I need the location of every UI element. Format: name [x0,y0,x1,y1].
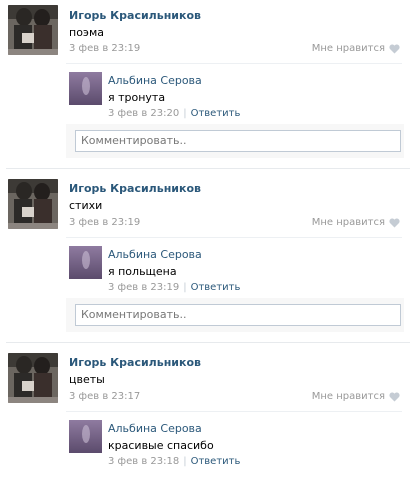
reply-button[interactable]: Ответить [191,456,241,467]
like-button[interactable]: Мне нравится [312,43,400,54]
like-button[interactable]: Мне нравится [312,391,400,402]
meta-separator: | [183,456,187,467]
reply-author-avatar[interactable] [69,246,102,279]
like-button[interactable]: Мне нравится [312,217,400,228]
author-avatar[interactable] [8,353,58,403]
reply-author-avatar[interactable] [69,420,102,453]
heart-icon [389,43,400,54]
post-author[interactable]: Игорь Красильников [69,182,201,195]
like-label: Мне нравится [311,43,385,54]
reply-date[interactable]: 3 фев в 23:19 [108,282,179,293]
reply-text: красивые спасибо [108,439,214,452]
author-avatar[interactable] [8,5,58,55]
heart-icon [389,391,400,402]
post-text: цветы [69,373,105,386]
reply-author[interactable]: Альбина Серова [108,248,202,261]
comment-input[interactable]: Комментировать.. [75,304,401,326]
meta-separator: | [183,108,187,119]
post-text: стихи [69,199,103,212]
post-date[interactable]: 3 фев в 23:17 [69,391,140,402]
reply-text: я тронута [108,91,166,104]
author-avatar[interactable] [8,179,58,229]
reply-author[interactable]: Альбина Серова [108,422,202,435]
post-date[interactable]: 3 фев в 23:19 [69,43,140,54]
comment-input[interactable]: Комментировать.. [75,130,401,152]
post-author[interactable]: Игорь Красильников [69,9,201,22]
meta-separator: | [183,282,187,293]
reply-text: я польщена [108,265,177,278]
post-divider [6,342,410,343]
divider [66,237,402,238]
reply-author-avatar[interactable] [69,72,102,105]
reply-author[interactable]: Альбина Серова [108,74,202,87]
reply-date[interactable]: 3 фев в 23:20 [108,108,179,119]
reply-date[interactable]: 3 фев в 23:18 [108,456,179,467]
divider [66,411,402,412]
reply-meta: 3 фев в 23:19 | Ответить [108,282,240,293]
post-date[interactable]: 3 фев в 23:19 [69,217,140,228]
divider [66,63,402,64]
post-author[interactable]: Игорь Красильников [69,356,201,369]
reply-meta: 3 фев в 23:18 | Ответить [108,456,240,467]
like-label: Мне нравится [311,217,385,228]
reply-button[interactable]: Ответить [191,282,241,293]
like-label: Мне нравится [311,391,385,402]
post-divider [6,168,410,169]
heart-icon [389,217,400,228]
post-text: поэма [69,26,104,39]
reply-meta: 3 фев в 23:20 | Ответить [108,108,240,119]
reply-button[interactable]: Ответить [191,108,241,119]
